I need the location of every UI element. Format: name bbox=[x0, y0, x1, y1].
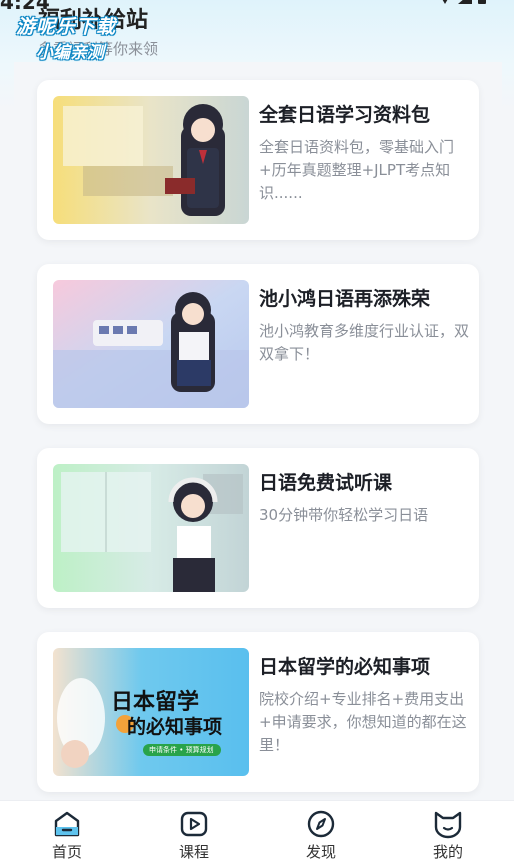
watermark: 游呢乐下载 小编亲测 bbox=[10, 10, 140, 66]
tab-profile[interactable]: 我的 bbox=[408, 809, 488, 863]
tab-discover[interactable]: 发现 bbox=[281, 809, 361, 863]
watermark-line-2: 小编亲测 bbox=[36, 43, 104, 63]
cat-face-icon bbox=[434, 811, 462, 839]
tab-label: 我的 bbox=[432, 843, 463, 861]
signal-icon bbox=[458, 0, 472, 4]
card-title: 日语免费试听课 bbox=[259, 472, 393, 494]
bottom-tab-bar: 首页 课程 发现 我的 bbox=[0, 800, 514, 863]
tab-label: 发现 bbox=[305, 843, 336, 861]
card-description: 30分钟带你轻松学习日语 bbox=[259, 506, 429, 524]
home-icon bbox=[54, 811, 80, 837]
compass-icon bbox=[307, 810, 335, 838]
card-description: 院校介绍+专业排名+费用支出+申请要求，你想知道的都在这里！ bbox=[259, 690, 467, 754]
card-description: 池小鸿教育多维度行业认证，双双拿下！ bbox=[259, 322, 470, 363]
tab-home[interactable]: 首页 bbox=[27, 809, 107, 863]
tab-label: 首页 bbox=[51, 843, 82, 861]
card-study-abroad[interactable]: 日本留学 的必知事项 申请条件 • 预算规划 日本留学的必知事项 院校介绍+专业… bbox=[37, 632, 479, 792]
status-icons bbox=[438, 0, 486, 4]
card-award-news[interactable]: 池小鸿日语再添殊荣 池小鸿教育多维度行业认证，双双拿下！ bbox=[37, 264, 479, 424]
card-title: 池小鸿日语再添殊荣 bbox=[259, 288, 431, 310]
watermark-line-1: 游呢乐下载 bbox=[16, 16, 117, 38]
card-study-materials[interactable]: 全套日语学习资料包 全套日语资料包，零基础入门+历年真题整理+JLPT考点知识.… bbox=[37, 80, 479, 240]
card-thumbnail-study-abroad-banner: 日本留学 的必知事项 申请条件 • 预算规划 bbox=[53, 648, 249, 776]
card-description: 全套日语资料包，零基础入门+历年真题整理+JLPT考点知识...... bbox=[259, 138, 455, 202]
battery-icon bbox=[478, 0, 486, 4]
banner-headline-2: 的必知事项 bbox=[127, 716, 223, 738]
card-thumbnail-reading-girl bbox=[53, 96, 249, 224]
card-free-trial[interactable]: 日语免费试听课 30分钟带你轻松学习日语 bbox=[37, 448, 479, 608]
card-title: 全套日语学习资料包 bbox=[259, 104, 431, 126]
card-thumbnail-train-girl bbox=[53, 280, 249, 408]
card-title: 日本留学的必知事项 bbox=[259, 656, 431, 678]
banner-tag: 申请条件 • 预算规划 bbox=[149, 746, 214, 754]
tab-label: 课程 bbox=[178, 843, 209, 861]
tab-courses[interactable]: 课程 bbox=[154, 809, 234, 863]
play-icon bbox=[180, 811, 208, 837]
card-thumbnail-headphones-girl bbox=[53, 464, 249, 592]
wifi-icon bbox=[438, 0, 452, 4]
